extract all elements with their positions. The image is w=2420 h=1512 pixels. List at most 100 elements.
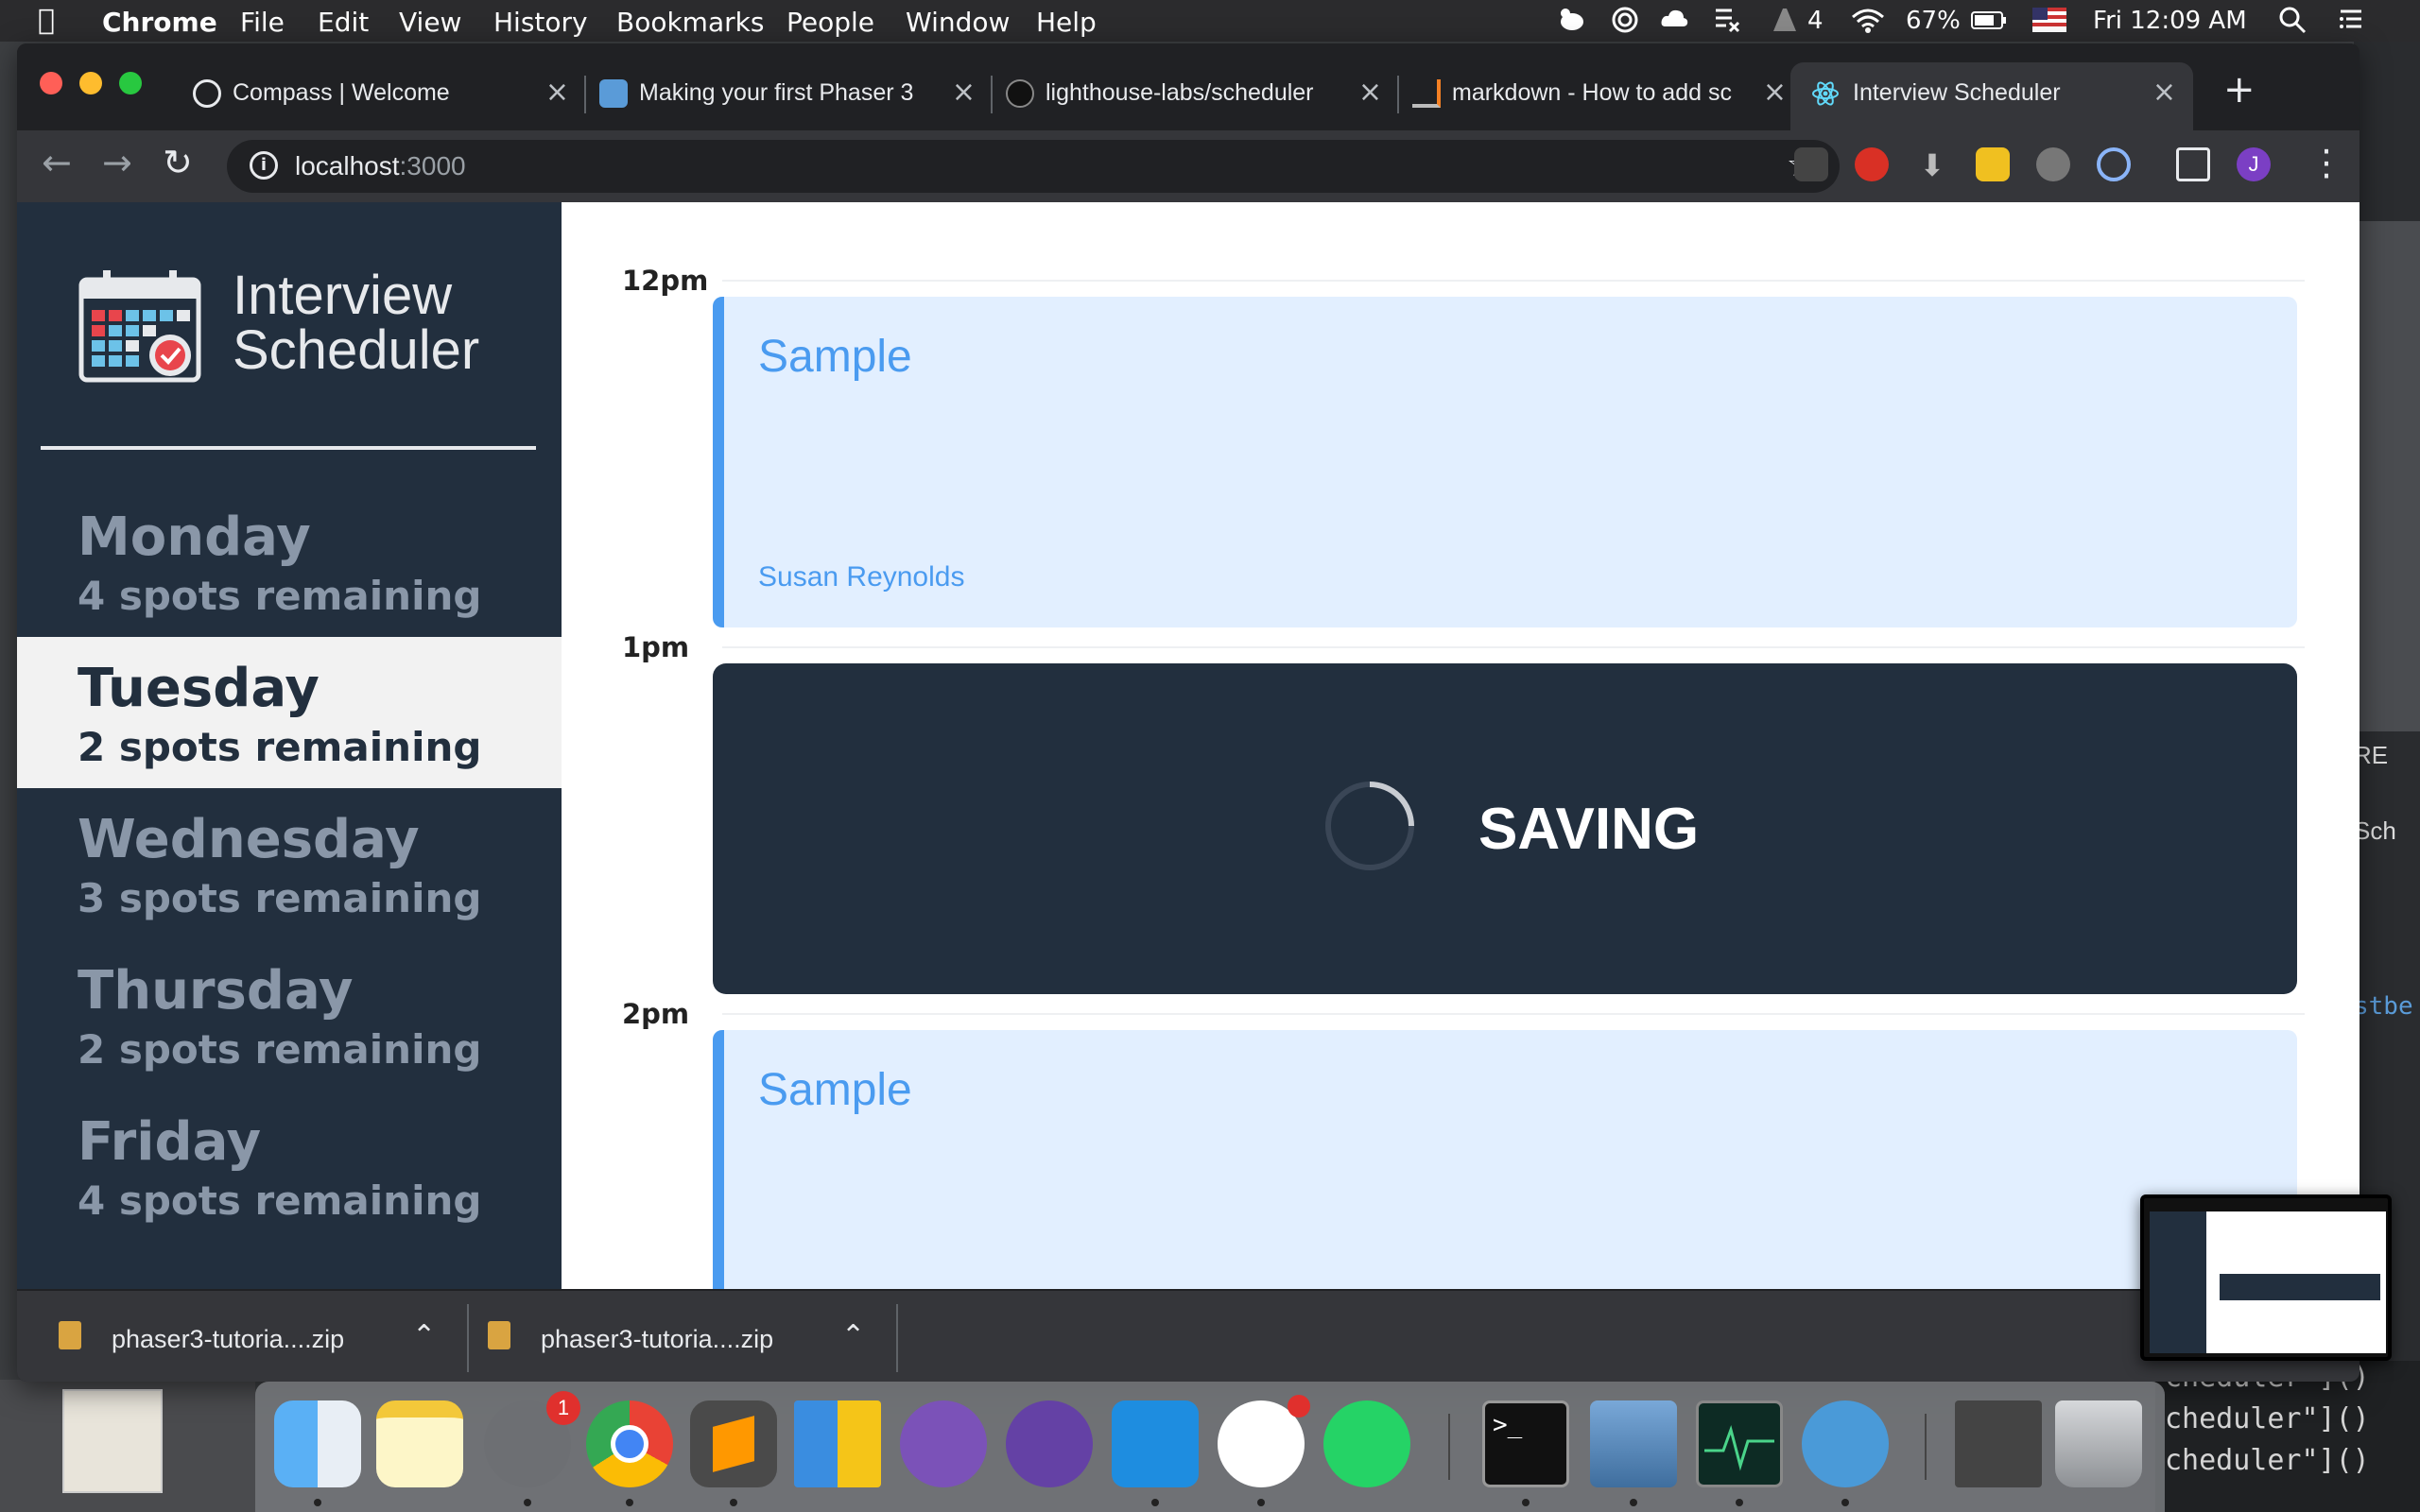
sidebar: Interview Scheduler Monday 4 spots remai… — [17, 202, 562, 1289]
sync-icon[interactable] — [1611, 6, 1639, 34]
reload-icon[interactable]: ↻ — [163, 142, 193, 183]
menu-people[interactable]: People — [786, 7, 874, 38]
preview-icon[interactable] — [1590, 1400, 1677, 1487]
day-name: Wednesday — [78, 809, 420, 870]
us-flag-icon[interactable] — [2032, 6, 2066, 34]
minimize-window-button[interactable] — [79, 72, 102, 94]
windows-app-icon[interactable] — [794, 1400, 881, 1487]
spotlight-search-icon[interactable] — [2278, 6, 2307, 34]
status-count[interactable]: 4 — [1807, 7, 1824, 35]
tableplus-icon[interactable] — [1802, 1400, 1889, 1487]
activity-monitor-icon[interactable] — [1696, 1400, 1783, 1487]
background-panel — [2354, 221, 2420, 731]
tab-github[interactable]: lighthouse-labs/scheduler × — [993, 62, 1399, 130]
finder-icon[interactable] — [274, 1400, 361, 1487]
day-spots: 2 spots remaining — [78, 724, 482, 770]
close-tab-icon[interactable]: × — [545, 76, 569, 109]
running-indicator — [1522, 1499, 1530, 1506]
day-item-monday[interactable]: Monday 4 spots remaining — [17, 486, 562, 637]
day-item-friday[interactable]: Friday 4 spots remaining — [17, 1091, 562, 1242]
cast-icon[interactable] — [2176, 147, 2210, 181]
chevron-up-icon[interactable]: ⌃ — [412, 1319, 436, 1352]
sprite-sheet-thumbnail[interactable] — [62, 1389, 163, 1493]
menu-help[interactable]: Help — [1036, 7, 1097, 38]
download-shelf: phaser3-tutoria....zip ⌃ phaser3-tutoria… — [17, 1289, 2360, 1382]
sublime-text-icon[interactable] — [690, 1400, 777, 1487]
menu-file[interactable]: File — [240, 7, 285, 38]
address-bar[interactable]: i localhost:3000 ☆ — [227, 140, 1840, 193]
background-snippet: stbe — [2354, 992, 2413, 1021]
battery-icon[interactable] — [1970, 6, 2008, 34]
loop-extension-icon[interactable] — [2097, 147, 2131, 181]
notification-center-icon[interactable] — [2337, 6, 2365, 34]
address-url[interactable]: localhost:3000 — [295, 151, 466, 181]
close-tab-icon[interactable]: × — [952, 76, 976, 109]
day-item-wednesday[interactable]: Wednesday 3 spots remaining — [17, 788, 562, 939]
system-preferences-icon[interactable]: 1 — [484, 1391, 580, 1487]
slack-icon[interactable] — [1218, 1395, 1310, 1487]
clock[interactable]: Fri 12:09 AM — [2093, 7, 2247, 35]
close-tab-icon[interactable]: × — [1358, 76, 1382, 109]
day-item-tuesday[interactable]: Tuesday 2 spots remaining — [17, 637, 562, 788]
twitch-icon[interactable] — [1006, 1400, 1093, 1487]
hour-label: 12pm — [622, 265, 709, 297]
more-menu-icon[interactable]: ⋮ — [2308, 142, 2344, 183]
menu-chrome[interactable]: Chrome — [102, 7, 217, 38]
zoom-window-button[interactable] — [119, 72, 142, 94]
new-tab-button[interactable]: + — [2223, 68, 2256, 112]
cloud-upload-icon[interactable] — [1660, 6, 1688, 34]
forward-arrow-icon[interactable]: → — [102, 142, 132, 183]
minimized-window-icon[interactable] — [1955, 1400, 2042, 1487]
tab-compass[interactable]: Compass | Welcome × — [180, 62, 586, 130]
hour-divider — [722, 1013, 2305, 1015]
close-tab-icon[interactable]: × — [1763, 76, 1787, 109]
evernote-icon[interactable] — [1558, 6, 1586, 34]
tab-phaser[interactable]: Making your first Phaser 3 × — [586, 62, 993, 130]
day-name: Tuesday — [78, 658, 320, 719]
clock-extension-icon[interactable] — [2036, 147, 2070, 181]
menu-view[interactable]: View — [399, 7, 461, 38]
adobe-icon[interactable] — [1772, 6, 1800, 34]
appointment-card[interactable]: Sample Susan Reynolds — [713, 297, 2297, 627]
menu-bookmarks[interactable]: Bookmarks — [616, 7, 764, 38]
day-item-thursday[interactable]: Thursday 2 spots remaining — [17, 939, 562, 1091]
appointment-student: Sample — [758, 332, 912, 382]
site-info-icon[interactable]: i — [250, 151, 278, 180]
code-line: cheduler"]() — [2165, 1444, 2370, 1477]
menu-history[interactable]: History — [493, 7, 588, 38]
tools-icon[interactable] — [1713, 6, 1741, 34]
adblock-extension-icon[interactable] — [1855, 147, 1889, 181]
downloader-extension-icon[interactable] — [1976, 147, 2010, 181]
running-indicator — [524, 1499, 531, 1506]
tab-stackoverflow[interactable]: markdown - How to add sc × — [1399, 62, 1804, 130]
terminal-icon[interactable]: >_ — [1482, 1400, 1569, 1487]
notes-icon[interactable] — [376, 1400, 463, 1487]
close-window-button[interactable] — [40, 72, 62, 94]
chevron-up-icon[interactable]: ⌃ — [841, 1319, 865, 1352]
appointment-card[interactable]: Sample — [713, 1030, 2297, 1289]
stackoverflow-icon — [1412, 79, 1441, 108]
menu-window[interactable]: Window — [906, 7, 1010, 38]
tab-title: Making your first Phaser 3 — [639, 79, 914, 106]
running-indicator — [1257, 1499, 1265, 1506]
window-thumbnail[interactable] — [2140, 1194, 2392, 1361]
whatsapp-icon[interactable] — [1323, 1400, 1410, 1487]
vimeo-extension-icon[interactable] — [1794, 147, 1828, 181]
download-item[interactable]: phaser3-tutoria....zip ⌃ — [59, 1304, 469, 1372]
close-tab-icon[interactable]: × — [2152, 76, 2176, 109]
chrome-icon[interactable] — [586, 1400, 673, 1487]
profile-avatar[interactable]: J — [2237, 147, 2271, 181]
download-item[interactable]: phaser3-tutoria....zip ⌃ — [488, 1304, 898, 1372]
trash-icon[interactable] — [2055, 1400, 2142, 1487]
tab-interview-scheduler[interactable]: Interview Scheduler × — [1790, 62, 2193, 130]
github-desktop-icon[interactable] — [900, 1400, 987, 1487]
tab-title: markdown - How to add sc — [1452, 79, 1732, 106]
apple-menu-icon[interactable]:  — [38, 4, 55, 37]
menu-edit[interactable]: Edit — [318, 7, 369, 38]
notification-dot — [1288, 1395, 1310, 1418]
back-arrow-icon[interactable]: ← — [42, 142, 72, 183]
thumbnail-sidebar — [2150, 1211, 2206, 1353]
download-arrow-icon[interactable]: ⬇ — [1915, 147, 1949, 183]
vscode-icon[interactable] — [1112, 1400, 1199, 1487]
wifi-icon[interactable] — [1849, 6, 1887, 34]
